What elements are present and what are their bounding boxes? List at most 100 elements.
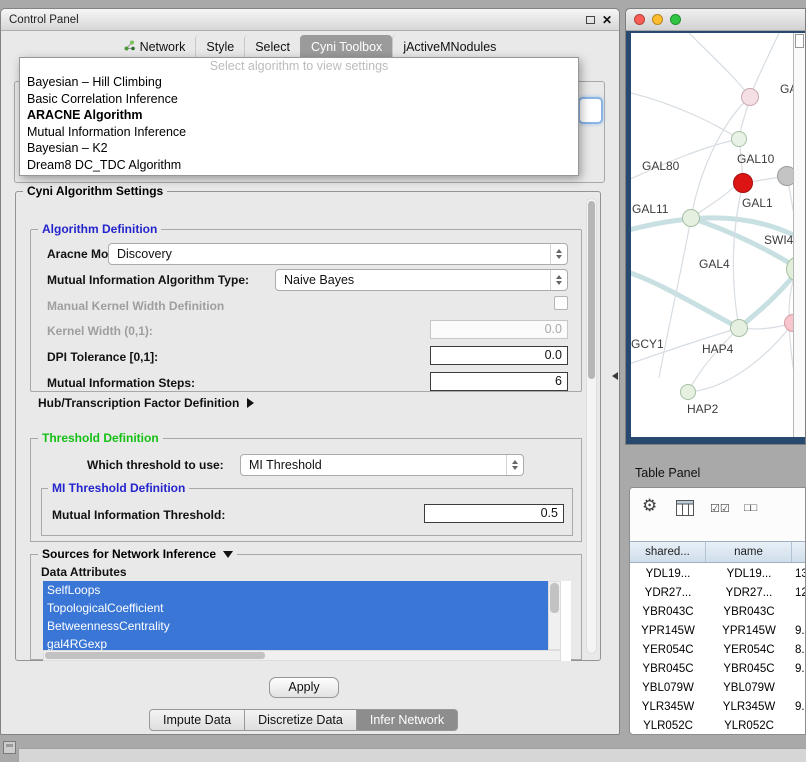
columns-icon[interactable] bbox=[676, 500, 694, 519]
table-row[interactable]: YER054CYER054C8. bbox=[630, 640, 806, 659]
tab-style[interactable]: Style bbox=[195, 35, 244, 59]
aracne-mode-select[interactable]: Discovery bbox=[108, 243, 568, 265]
data-attributes-items: SelfLoopsTopologicalCoefficientBetweenne… bbox=[43, 581, 548, 653]
gear-icon[interactable]: ⚙ bbox=[642, 496, 657, 516]
zoom-light[interactable] bbox=[670, 14, 681, 25]
network-node[interactable] bbox=[733, 173, 753, 193]
close-icon[interactable]: ✕ bbox=[602, 12, 612, 28]
algorithm-option-aracne-algorithm[interactable]: ARACNE Algorithm bbox=[20, 107, 578, 124]
table-row[interactable]: YLR345WYLR345W9. bbox=[630, 697, 806, 716]
select-all-columns-icon[interactable]: ☑☑ bbox=[710, 502, 730, 515]
scrollbar-thumb[interactable] bbox=[550, 583, 559, 613]
network-node[interactable] bbox=[741, 88, 759, 106]
network-edge[interactable] bbox=[631, 271, 739, 328]
tab-select[interactable]: Select bbox=[244, 35, 300, 59]
network-window-titlebar[interactable] bbox=[626, 9, 805, 31]
table-cell bbox=[792, 716, 806, 735]
node-label-swi4: SWI4 bbox=[764, 233, 793, 247]
network-node[interactable] bbox=[777, 166, 793, 186]
tab-impute-data[interactable]: Impute Data bbox=[149, 709, 245, 731]
control-panel-titlebar[interactable]: Control Panel ✕ bbox=[1, 9, 619, 31]
splitter-collapse-icon[interactable] bbox=[612, 372, 618, 380]
attribute-item-topologicalcoefficient[interactable]: TopologicalCoefficient bbox=[43, 599, 548, 617]
mi-threshold-definition-group: MI Threshold Definition Mutual Informati… bbox=[41, 488, 573, 536]
tab-network[interactable]: Network bbox=[114, 35, 196, 59]
node-label-gal80: GAL80 bbox=[642, 159, 679, 173]
table-row[interactable]: YDL19...YDL19...13 bbox=[630, 564, 806, 583]
mi-steps-field[interactable]: 6 bbox=[430, 372, 568, 391]
algorithm-option-mutual-information-inference[interactable]: Mutual Information Inference bbox=[20, 124, 578, 141]
table-row[interactable]: YDR27...YDR27...12 bbox=[630, 583, 806, 602]
aracne-mode-value: Discovery bbox=[109, 244, 567, 264]
dpi-tolerance-field[interactable]: 0.0 bbox=[430, 346, 568, 365]
table-panel-toolbar: ⚙ ☑☑ □□ bbox=[630, 488, 805, 540]
sources-section-header[interactable]: Sources for Network Inference bbox=[38, 547, 237, 561]
table-row[interactable]: YBR043CYBR043C bbox=[630, 602, 806, 621]
column-header-2[interactable] bbox=[792, 542, 806, 562]
table-row[interactable]: YLR052CYLR052C bbox=[630, 716, 806, 735]
tab-discretize-data[interactable]: Discretize Data bbox=[245, 709, 357, 731]
tab-cyni-toolbox[interactable]: Cyni Toolbox bbox=[300, 35, 392, 59]
algorithm-option-basic-correlation-inference[interactable]: Basic Correlation Inference bbox=[20, 91, 578, 108]
combo-stepper-icon[interactable] bbox=[550, 244, 567, 264]
mi-threshold-field[interactable]: 0.5 bbox=[424, 504, 564, 523]
kernel-width-label: Kernel Width (0,1): bbox=[47, 324, 153, 338]
column-header-shared[interactable]: shared... bbox=[630, 542, 706, 562]
minimize-light[interactable] bbox=[652, 14, 663, 25]
sources-for-network-inference-group: Sources for Network Inference Data Attri… bbox=[30, 554, 582, 660]
collapsed-arrow-icon[interactable] bbox=[247, 398, 254, 408]
close-light[interactable] bbox=[634, 14, 645, 25]
combo-stepper-icon[interactable] bbox=[506, 455, 523, 475]
attributes-horizontal-scrollbar[interactable] bbox=[43, 650, 561, 661]
table-row[interactable]: YBL079WYBL079W bbox=[630, 678, 806, 697]
attribute-item-selfloops[interactable]: SelfLoops bbox=[43, 581, 548, 599]
algorithm-option-dream8-dc-tdc-algorithm[interactable]: Dream8 DC_TDC Algorithm bbox=[20, 157, 578, 174]
table-cell: YBR045C bbox=[706, 659, 792, 678]
hub-transcription-factor-section[interactable]: Hub/Transcription Factor Definition bbox=[38, 396, 254, 410]
table-row[interactable]: YBR045CYBR045C9. bbox=[630, 659, 806, 678]
mi-algorithm-type-select[interactable]: Naive Bayes bbox=[275, 269, 568, 291]
table-cell: YBR045C bbox=[630, 659, 706, 678]
dpi-tolerance-label: DPI Tolerance [0,1]: bbox=[47, 350, 158, 364]
mi-algorithm-type-value: Naive Bayes bbox=[276, 270, 567, 290]
table-cell: YBL079W bbox=[630, 678, 706, 697]
data-attributes-label: Data Attributes bbox=[41, 565, 127, 579]
table-row[interactable]: YPR145WYPR145W9. bbox=[630, 621, 806, 640]
algorithm-option-bayesian-k2[interactable]: Bayesian – K2 bbox=[20, 140, 578, 157]
settings-vertical-scrollbar[interactable] bbox=[586, 198, 597, 654]
node-label-gal10: GAL10 bbox=[737, 152, 774, 166]
combo-stepper-icon[interactable] bbox=[550, 270, 567, 290]
network-node[interactable] bbox=[680, 384, 696, 400]
network-canvas[interactable]: GALGAL80GAL10GAL11GAL1SWI4GAL4GCY1HAP4HA… bbox=[631, 33, 793, 437]
scrollbar-thumb[interactable] bbox=[795, 34, 804, 48]
network-node[interactable] bbox=[730, 319, 748, 337]
network-node[interactable] bbox=[682, 209, 700, 227]
algorithm-combobox-fragment[interactable] bbox=[578, 97, 603, 124]
network-edge[interactable] bbox=[689, 33, 750, 97]
expanded-arrow-icon[interactable] bbox=[223, 551, 233, 558]
scrollbar-thumb[interactable] bbox=[45, 652, 265, 659]
network-view-frame: GALGAL80GAL10GAL11GAL1SWI4GAL4GCY1HAP4HA… bbox=[626, 31, 805, 444]
deselect-all-columns-icon[interactable]: □□ bbox=[744, 502, 757, 514]
float-window-icon[interactable] bbox=[586, 16, 595, 24]
kernel-width-field[interactable]: 0.0 bbox=[430, 320, 568, 339]
network-vertical-scrollbar[interactable] bbox=[793, 33, 805, 437]
tab-jactivemnodules[interactable]: jActiveMNodules bbox=[392, 35, 506, 59]
table-cell: YDL19... bbox=[630, 564, 706, 583]
algorithm-option-bayesian-hill-climbing[interactable]: Bayesian – Hill Climbing bbox=[20, 74, 578, 91]
apply-button[interactable]: Apply bbox=[269, 677, 339, 698]
manual-kernel-width-checkbox[interactable] bbox=[554, 296, 568, 310]
attribute-item-betweennesscentrality[interactable]: BetweennessCentrality bbox=[43, 617, 548, 635]
network-edge[interactable] bbox=[688, 328, 739, 392]
scrollbar-thumb[interactable] bbox=[588, 201, 595, 379]
table-cell: 9. bbox=[792, 621, 806, 640]
network-node[interactable] bbox=[731, 131, 747, 147]
table-header-row: shared...name bbox=[630, 541, 806, 563]
column-header-name[interactable]: name bbox=[706, 542, 792, 562]
table-cell: 13 bbox=[792, 564, 806, 583]
panel-corner-icon[interactable] bbox=[3, 741, 16, 754]
network-edge[interactable] bbox=[750, 33, 779, 97]
attributes-vertical-scrollbar[interactable] bbox=[548, 581, 561, 650]
tab-infer-network[interactable]: Infer Network bbox=[357, 709, 458, 731]
which-threshold-select[interactable]: MI Threshold bbox=[240, 454, 524, 476]
